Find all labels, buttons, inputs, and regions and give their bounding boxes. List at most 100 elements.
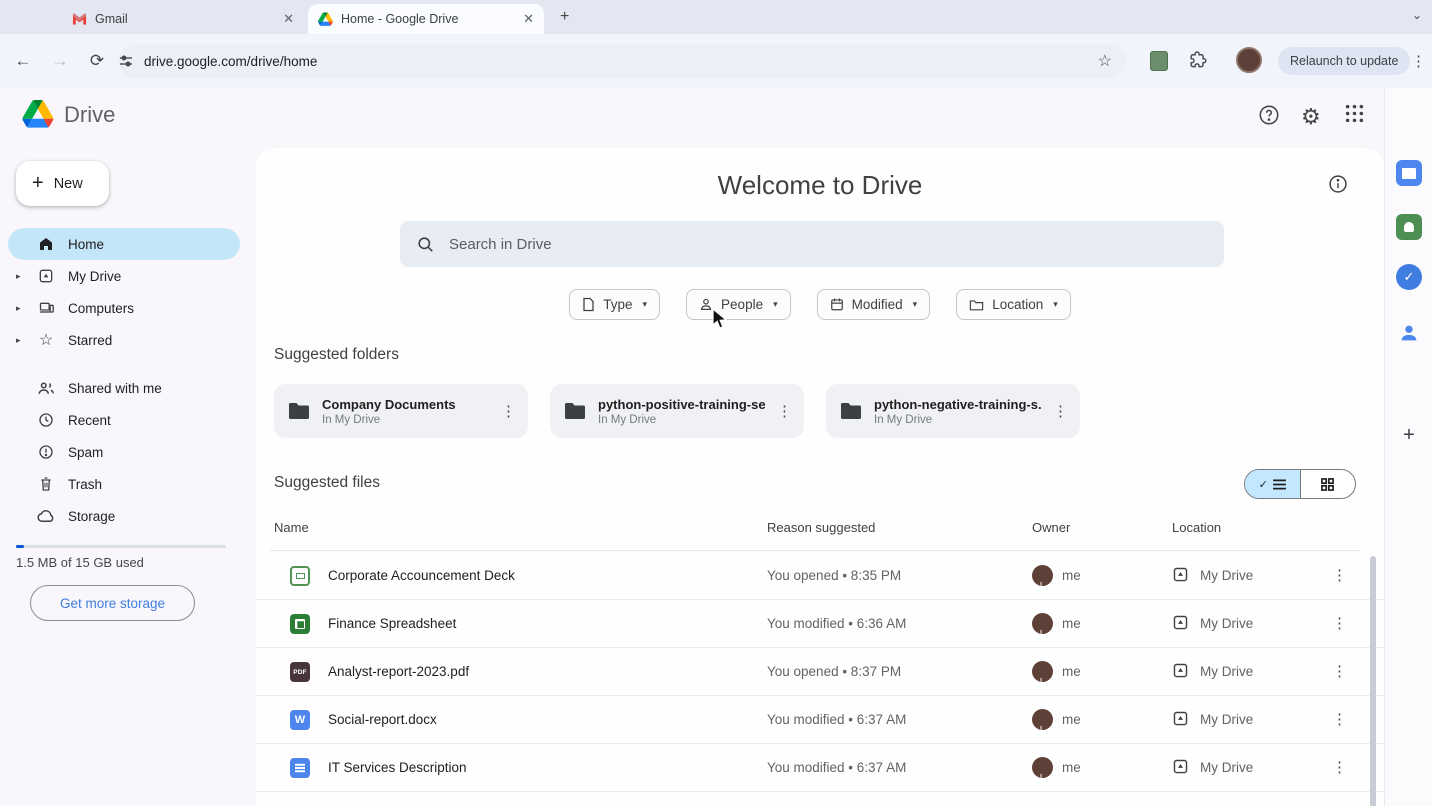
sidebar-nav: Home ▸ My Drive ▸ Computers ▸ ☆ Starred …: [8, 228, 240, 532]
files-table-header: Name Reason suggested Owner Location: [256, 520, 1384, 546]
new-tab-button[interactable]: +: [560, 8, 569, 26]
bookmark-star-icon[interactable]: ☆: [1098, 51, 1112, 71]
person-icon: [699, 297, 713, 312]
my-drive-icon: [1172, 710, 1189, 727]
filter-chip-location[interactable]: Location ▾: [956, 289, 1071, 320]
drive-app-name: Drive: [64, 102, 115, 128]
owner-avatar: L: [1032, 757, 1053, 778]
expand-caret-icon[interactable]: ▸: [16, 303, 21, 314]
address-bar[interactable]: drive.google.com/drive/home ☆: [118, 44, 1126, 78]
sidebar-item-my-drive[interactable]: ▸ My Drive: [8, 260, 240, 292]
folder-card[interactable]: python-negative-training-s... In My Driv…: [826, 384, 1080, 438]
sidebar-item-spam[interactable]: Spam: [8, 436, 240, 468]
folder-card[interactable]: python-positive-training-set In My Drive…: [550, 384, 804, 438]
browser-profile-avatar[interactable]: [1236, 47, 1262, 73]
keep-icon[interactable]: [1396, 214, 1422, 240]
drive-search-bar[interactable]: [400, 221, 1224, 267]
folder-icon: [564, 402, 586, 420]
filter-chip-people[interactable]: People ▾: [686, 289, 791, 320]
browser-menu-icon[interactable]: ⋮: [1411, 52, 1426, 70]
folder-menu-icon[interactable]: ⋮: [777, 402, 792, 420]
welcome-title: Welcome to Drive: [256, 170, 1384, 201]
owner-avatar: L: [1032, 709, 1053, 730]
expand-caret-icon[interactable]: ▸: [16, 335, 21, 346]
sidebar-item-label: Shared with me: [68, 381, 162, 396]
site-settings-icon[interactable]: [118, 53, 134, 69]
filter-chip-modified[interactable]: Modified ▾: [817, 289, 931, 320]
sidebar-item-recent[interactable]: Recent: [8, 404, 240, 436]
add-apps-plus-icon[interactable]: +: [1396, 422, 1422, 448]
folder-name: python-negative-training-s...: [874, 397, 1041, 412]
my-drive-icon: [1172, 614, 1189, 631]
row-menu-icon[interactable]: ⋮: [1332, 710, 1347, 728]
calendar-icon[interactable]: [1396, 160, 1422, 186]
settings-gear-icon[interactable]: ⚙: [1301, 104, 1321, 130]
browser-toolbar: ← → ⟳ drive.google.com/drive/home ☆ Rela…: [0, 34, 1432, 88]
relaunch-to-update-button[interactable]: Relaunch to update: [1278, 47, 1410, 75]
row-menu-icon[interactable]: ⋮: [1332, 566, 1347, 584]
tab-close-icon[interactable]: ✕: [523, 11, 534, 27]
table-row[interactable]: Corporate Accouncement Deck You opened •…: [256, 552, 1384, 600]
tasks-icon[interactable]: [1396, 264, 1422, 290]
apps-grid-icon[interactable]: [1345, 104, 1364, 123]
sidebar-item-trash[interactable]: Trash: [8, 468, 240, 500]
column-header-name[interactable]: Name: [274, 520, 309, 535]
table-row[interactable]: Finance Spreadsheet You modified • 6:36 …: [256, 600, 1384, 648]
back-button[interactable]: ←: [9, 51, 37, 71]
search-input[interactable]: [449, 236, 1049, 253]
folder-icon: [288, 402, 310, 420]
star-icon: ☆: [36, 330, 56, 350]
help-icon[interactable]: [1258, 104, 1280, 126]
table-row[interactable]: W Social-report.docx You modified • 6:37…: [256, 696, 1384, 744]
expand-caret-icon[interactable]: ▸: [16, 271, 21, 282]
column-header-location[interactable]: Location: [1172, 520, 1221, 535]
extensions-puzzle-icon[interactable]: [1188, 50, 1207, 69]
row-menu-icon[interactable]: ⋮: [1332, 662, 1347, 680]
calendar-icon: [830, 297, 844, 312]
tab-gmail[interactable]: Gmail ✕: [62, 4, 304, 34]
storage-usage-text: 1.5 MB of 15 GB used: [16, 555, 144, 570]
scrollbar-thumb[interactable]: [1370, 556, 1376, 806]
folder-icon: [969, 298, 984, 312]
column-header-owner[interactable]: Owner: [1032, 520, 1070, 535]
drive-logo-icon: [22, 100, 54, 129]
table-row[interactable]: PDF Analyst-report-2023.pdf You opened •…: [256, 648, 1384, 696]
folder-menu-icon[interactable]: ⋮: [501, 402, 516, 420]
grid-view-button[interactable]: [1301, 470, 1356, 498]
slides-icon: [290, 566, 310, 586]
info-icon[interactable]: [1328, 174, 1348, 194]
file-owner: me: [1062, 568, 1081, 583]
filter-chip-type[interactable]: Type ▾: [569, 289, 660, 320]
get-more-storage-button[interactable]: Get more storage: [30, 585, 195, 621]
forward-button[interactable]: →: [46, 51, 74, 71]
file-reason: You modified • 6:36 AM: [767, 616, 906, 631]
drive-brand[interactable]: Drive: [22, 100, 115, 129]
list-view-button[interactable]: ✓: [1245, 470, 1300, 498]
reload-button[interactable]: ⟳: [83, 51, 111, 71]
main-content: Welcome to Drive Type ▾ People ▾ Modifie…: [256, 148, 1384, 806]
folder-menu-icon[interactable]: ⋮: [1053, 402, 1068, 420]
tab-search-chevron-icon[interactable]: ⌄: [1412, 8, 1422, 22]
tab-close-icon[interactable]: ✕: [283, 11, 294, 27]
sidebar-item-storage[interactable]: Storage: [8, 500, 240, 532]
sidebar-item-starred[interactable]: ▸ ☆ Starred: [8, 324, 240, 356]
folder-name: python-positive-training-set: [598, 397, 765, 412]
extension-icon[interactable]: [1150, 51, 1168, 71]
sidebar-item-home[interactable]: Home: [8, 228, 240, 260]
home-icon: [36, 236, 56, 252]
suggested-folders: Company Documents In My Drive ⋮ python-p…: [274, 384, 1080, 438]
row-menu-icon[interactable]: ⋮: [1332, 614, 1347, 632]
contacts-icon[interactable]: [1396, 320, 1422, 346]
folder-card[interactable]: Company Documents In My Drive ⋮: [274, 384, 528, 438]
sidebar-item-shared-with-me[interactable]: Shared with me: [8, 372, 240, 404]
table-row[interactable]: IT Services Description You modified • 6…: [256, 744, 1384, 792]
file-owner: me: [1062, 712, 1081, 727]
new-button[interactable]: + New: [16, 161, 109, 206]
url-text[interactable]: drive.google.com/drive/home: [144, 54, 1098, 69]
file-owner: me: [1062, 664, 1081, 679]
row-menu-icon[interactable]: ⋮: [1332, 758, 1347, 776]
sidebar-item-computers[interactable]: ▸ Computers: [8, 292, 240, 324]
column-header-reason[interactable]: Reason suggested: [767, 520, 875, 535]
tab-google-drive[interactable]: Home - Google Drive ✕: [308, 4, 544, 34]
my-drive-icon: [1172, 758, 1189, 775]
